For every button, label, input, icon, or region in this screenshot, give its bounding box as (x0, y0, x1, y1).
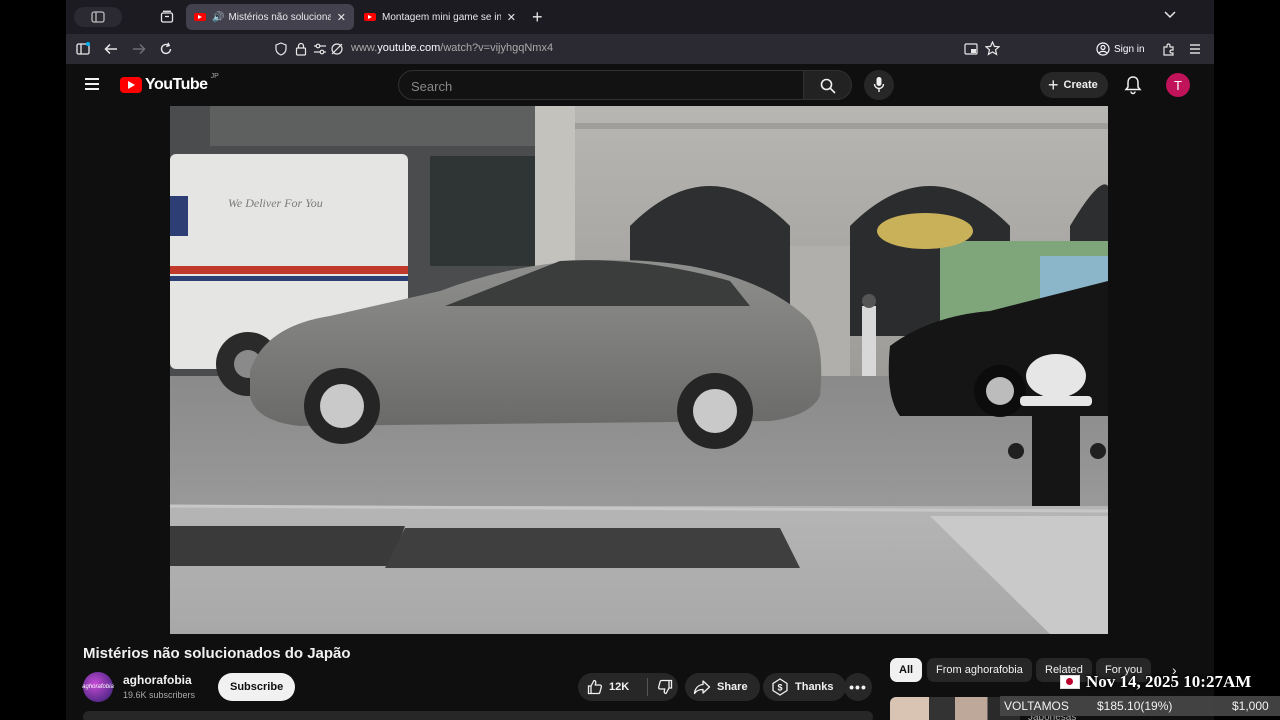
picture-in-picture-icon[interactable] (964, 42, 978, 56)
avatar[interactable]: T (1166, 73, 1190, 97)
close-tab-icon[interactable]: ✕ (507, 11, 516, 24)
create-label: Create (1063, 79, 1098, 91)
tab-manager-icon (160, 10, 174, 23)
forward-button[interactable] (130, 40, 148, 58)
lock-icon[interactable] (295, 42, 307, 56)
like-count: 12K (609, 681, 630, 693)
plus-icon: + (1048, 75, 1059, 95)
more-actions-icon[interactable]: ••• (844, 673, 872, 701)
microphone-icon (873, 77, 885, 92)
japan-flag-icon (1060, 675, 1080, 689)
app-menu-button[interactable] (1186, 40, 1204, 58)
address-bar[interactable]: www.youtube.com/watch?v=vijyhgqNmx4 (266, 37, 1006, 61)
sidebar-panel-button[interactable] (74, 40, 92, 58)
channel-name[interactable]: aghorafobia (123, 673, 192, 687)
list-all-tabs-chevron-icon[interactable] (1164, 8, 1176, 22)
speaker-icon[interactable]: 🔊 (212, 12, 224, 23)
tab-title: Montagem mini game se inscreva (382, 11, 501, 23)
youtube-masthead: YouTube JP Search + Create T (66, 64, 1214, 106)
description-box[interactable] (83, 711, 873, 720)
close-tab-icon[interactable]: ✕ (337, 11, 346, 24)
tab-manager-button[interactable] (158, 8, 176, 26)
share-label: Share (717, 681, 748, 693)
share-button[interactable]: Share (685, 673, 760, 701)
sign-in-button[interactable]: Sign in (1096, 38, 1145, 60)
subscribe-button[interactable]: Subscribe (218, 673, 296, 701)
sidebar-icon (91, 11, 105, 23)
ticker-value: $1,000 (1232, 699, 1269, 713)
shield-icon[interactable] (274, 42, 288, 56)
country-code: JP (210, 72, 219, 80)
thanks-button[interactable]: $ Thanks (763, 673, 846, 701)
notifications-bell-icon[interactable] (1124, 75, 1144, 95)
search-icon (820, 78, 836, 94)
navigation-toolbar: www.youtube.com/watch?v=vijyhgqNmx4 Sign… (66, 34, 1214, 64)
video-player[interactable]: We Deliver For You (170, 106, 1108, 634)
youtube-favicon-icon (364, 13, 376, 21)
sign-in-label: Sign in (1114, 43, 1145, 55)
guide-menu-icon[interactable] (85, 78, 99, 90)
create-button[interactable]: + Create (1040, 72, 1108, 98)
timestamp-overlay: Nov 14, 2025 10:27AM (1060, 672, 1251, 692)
search-input[interactable]: Search (398, 70, 804, 100)
sidebar-panel-icon (76, 42, 90, 55)
super-thanks-icon: $ (772, 678, 788, 696)
back-button[interactable] (102, 40, 120, 58)
permissions-icon[interactable] (313, 42, 327, 56)
truck-lettering: We Deliver For You (228, 196, 323, 210)
reload-icon (160, 42, 172, 55)
new-tab-button[interactable]: + (532, 7, 543, 28)
share-arrow-icon (693, 680, 711, 695)
forward-arrow-icon (133, 43, 146, 55)
tracking-off-icon[interactable] (330, 42, 344, 56)
search-placeholder: Search (411, 79, 453, 94)
puzzle-icon (1163, 43, 1174, 56)
search-button[interactable] (804, 70, 852, 100)
thumbs-down-icon (657, 679, 673, 695)
chip-all[interactable]: All (890, 658, 923, 682)
channel-avatar[interactable]: aghorafobia (82, 672, 114, 702)
extensions-button[interactable] (1160, 40, 1178, 58)
voice-search-button[interactable] (864, 70, 894, 100)
video-title: Mistérios não solucionados do Japão (83, 645, 351, 662)
video-frame: We Deliver For You (170, 106, 1108, 634)
tab-active[interactable]: 🔊 Mistérios não solucionados ✕ (186, 4, 354, 30)
youtube-favicon-icon (194, 13, 206, 21)
youtube-wordmark: YouTube (145, 76, 208, 93)
tab-inactive[interactable]: Montagem mini game se inscreva ✕ (356, 4, 524, 30)
dislike-button[interactable] (648, 679, 673, 695)
tab-strip: 🔊 Mistérios não solucionados ✕ Montagem … (66, 0, 1214, 34)
like-button[interactable]: 12K (578, 679, 647, 695)
svg-text:$: $ (777, 683, 782, 693)
reload-button[interactable] (157, 40, 175, 58)
browser-window: 🔊 Mistérios não solucionados ✕ Montagem … (66, 0, 1214, 720)
ticker-name: VOLTAMOS (1004, 699, 1069, 713)
timestamp-text: Nov 14, 2025 10:27AM (1086, 672, 1252, 691)
hamburger-menu-icon (1190, 44, 1200, 54)
thanks-label: Thanks (795, 681, 834, 693)
ticker-change: $185.10(19%) (1097, 699, 1173, 713)
donation-ticker: VOLTAMOS $185.10(19%) $1,000 (1000, 696, 1280, 716)
chip-from-channel[interactable]: From aghorafobia (927, 658, 1032, 682)
sidebar-toggle-button[interactable] (74, 7, 122, 27)
back-arrow-icon (104, 43, 117, 55)
account-icon (1096, 42, 1110, 56)
thumbs-up-icon (587, 679, 603, 695)
youtube-logo[interactable]: YouTube JP (120, 72, 219, 94)
subscriber-count: 19.6K subscribers (123, 690, 196, 700)
like-dislike-group: 12K (578, 673, 678, 701)
youtube-play-icon (120, 77, 142, 93)
tab-title: Mistérios não solucionados (228, 11, 331, 23)
url-text: www.youtube.com/watch?v=vijyhgqNmx4 (351, 42, 554, 54)
bookmark-star-icon[interactable] (985, 41, 1000, 56)
